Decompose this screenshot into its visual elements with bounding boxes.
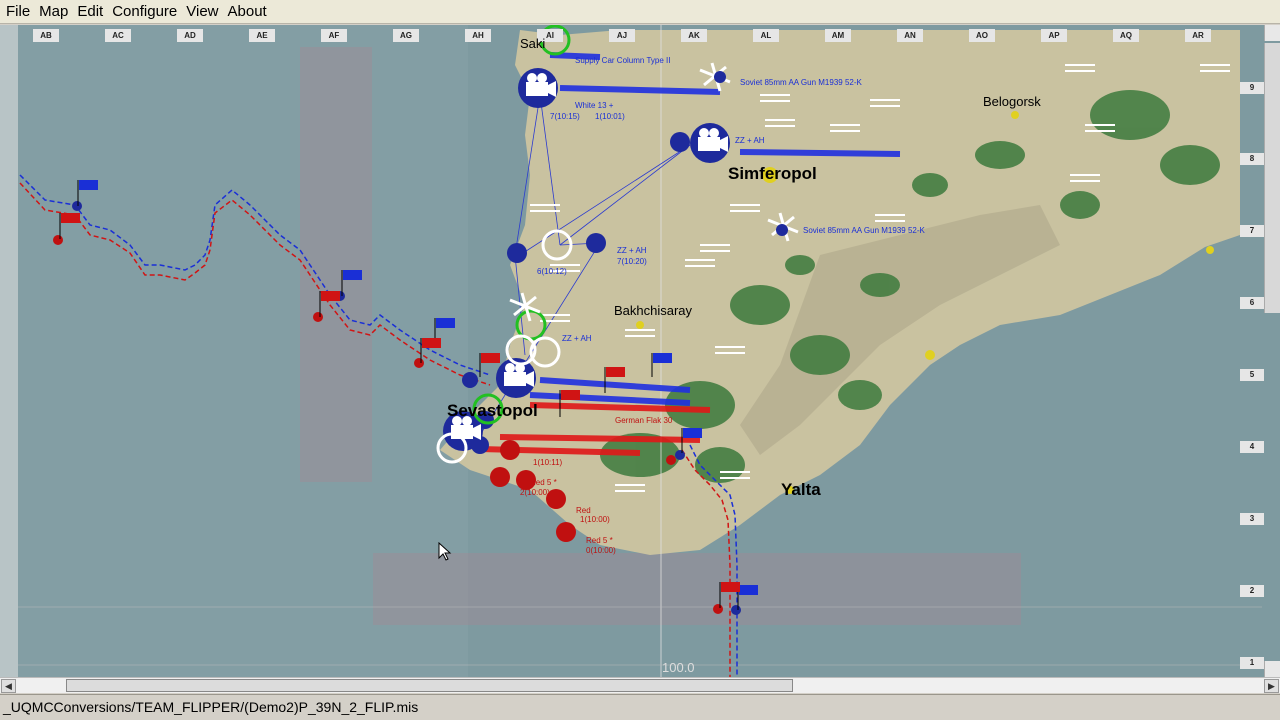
unit-label: Soviet 85mm AA Gun M1939 52-K xyxy=(803,226,926,235)
unit-label: Red 5 * xyxy=(530,478,557,487)
grid-row-label: 4 xyxy=(1240,441,1264,453)
unit-label: Red xyxy=(576,506,591,515)
grid-col-label: AC xyxy=(105,29,131,42)
horizontal-scrollbar[interactable]: ◀ ▶ xyxy=(0,677,1280,693)
unit-label: Red 5 * xyxy=(586,536,613,545)
grid-col-label: AB xyxy=(33,29,59,42)
grid-col-label: AQ xyxy=(1113,29,1139,42)
grid-col-label: AE xyxy=(249,29,275,42)
unit-label: 1(10:00) xyxy=(580,515,610,524)
grid-col-label: AJ xyxy=(609,29,635,42)
unit-label: 2(10:00) xyxy=(520,488,550,497)
grid-col-label: AR xyxy=(1185,29,1211,42)
unit-label: 6(10:12) xyxy=(537,267,567,276)
mission-file-path: _UQMCConversions/TEAM_FLIPPER/(Demo2)P_3… xyxy=(3,699,419,715)
grid-col-label: AM xyxy=(825,29,851,42)
vscroll-thumb[interactable] xyxy=(1264,43,1280,313)
grid-row-label: 3 xyxy=(1240,513,1264,525)
menu-configure[interactable]: Configure xyxy=(109,0,180,24)
vscroll-down-button[interactable] xyxy=(1264,661,1280,677)
grid-col-label: AN xyxy=(897,29,923,42)
scroll-thumb[interactable] xyxy=(66,679,793,692)
map-graphic[interactable]: Soviet 85mm AA Gun M1939 52-K Soviet 85m… xyxy=(0,25,1280,677)
grid-row-label: 7 xyxy=(1240,225,1264,237)
camera-icon[interactable] xyxy=(518,68,558,108)
grid-row-label: 9 xyxy=(1240,82,1264,94)
unit-label: 1(10:11) xyxy=(533,458,563,467)
left-edge xyxy=(0,25,18,677)
grid-row-label: 6 xyxy=(1240,297,1264,309)
unit-label: Supply Car Column Type II xyxy=(575,56,670,65)
menu-map[interactable]: Map xyxy=(36,0,71,24)
city-label-sevastopol: Sevastopol xyxy=(447,401,538,420)
unit-label: 7(10:15) xyxy=(550,112,580,121)
grid-col-label: AL xyxy=(753,29,779,42)
grid-column-header: AB AC AD AE AF AG AH AI AJ AK AL AM AN A… xyxy=(18,25,1263,45)
scroll-left-icon[interactable]: ◀ xyxy=(1,679,16,693)
unit-label: White 13 + xyxy=(575,101,614,110)
grid-row-label: 1 xyxy=(1240,657,1264,669)
status-bar: _UQMCConversions/TEAM_FLIPPER/(Demo2)P_3… xyxy=(0,694,1280,720)
grid-col-label: AK xyxy=(681,29,707,42)
mouse-cursor-icon xyxy=(438,542,452,561)
unit-label: 7(10:20) xyxy=(617,257,647,266)
unit-label: 1(10:01) xyxy=(595,112,625,121)
camera-icon[interactable] xyxy=(690,123,730,163)
menu-about[interactable]: About xyxy=(225,0,270,24)
unit-label: 0(10:00) xyxy=(586,546,616,555)
city-label-saki: Saki xyxy=(520,36,546,51)
city-label-belogorsk: Belogorsk xyxy=(983,94,1041,109)
grid-row-label: 5 xyxy=(1240,369,1264,381)
grid-row-label: 2 xyxy=(1240,585,1264,597)
unit-label: German Flak 30 xyxy=(615,416,673,425)
grid-row-label: 8 xyxy=(1240,153,1264,165)
grid-col-label: AH xyxy=(465,29,491,42)
grid-col-label: AG xyxy=(393,29,419,42)
grid-col-label: AP xyxy=(1041,29,1067,42)
city-label-bakhchisaray: Bakhchisaray xyxy=(614,303,693,318)
map-canvas[interactable]: Soviet 85mm AA Gun M1939 52-K Soviet 85m… xyxy=(0,25,1280,677)
menu-edit[interactable]: Edit xyxy=(74,0,106,24)
menu-view[interactable]: View xyxy=(183,0,221,24)
menu-file[interactable]: File xyxy=(3,0,33,24)
grid-col-label: AD xyxy=(177,29,203,42)
unit-label: Soviet 85mm AA Gun M1939 52-K xyxy=(740,78,863,87)
vscroll-up-button[interactable] xyxy=(1264,25,1280,41)
unit-label: ZZ + AH xyxy=(562,334,592,343)
zone-area xyxy=(373,553,1021,625)
city-label-yalta: Yalta xyxy=(781,480,821,499)
grid-col-label: AO xyxy=(969,29,995,42)
grid-col-label: AF xyxy=(321,29,347,42)
city-label-simferopol: Simferopol xyxy=(728,164,817,183)
map-scale: 100.0 xyxy=(662,660,695,675)
unit-label: ZZ + AH xyxy=(735,136,765,145)
unit-label: ZZ + AH xyxy=(617,246,647,255)
zone-area xyxy=(300,47,372,482)
menu-bar: File Map Edit Configure View About xyxy=(0,0,1280,24)
scroll-right-icon[interactable]: ▶ xyxy=(1264,679,1279,693)
